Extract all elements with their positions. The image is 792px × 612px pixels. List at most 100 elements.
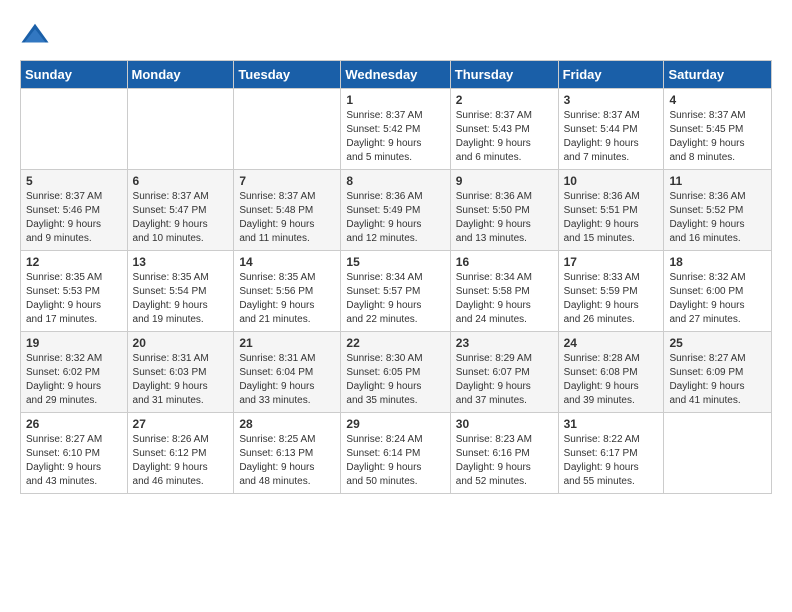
day-number: 25	[669, 336, 766, 350]
day-number: 21	[239, 336, 335, 350]
day-number: 16	[456, 255, 553, 269]
day-number: 29	[346, 417, 444, 431]
calendar-week-5: 26 Sunrise: 8:27 AM Sunset: 6:10 PM Dayli…	[21, 413, 772, 494]
calendar-cell: 21 Sunrise: 8:31 AM Sunset: 6:04 PM Dayli…	[234, 332, 341, 413]
day-info: Sunrise: 8:37 AM Sunset: 5:45 PM Dayligh…	[669, 109, 766, 165]
day-header-tuesday: Tuesday	[234, 61, 341, 89]
calendar-cell: 26 Sunrise: 8:27 AM Sunset: 6:10 PM Dayli…	[21, 413, 128, 494]
day-info: Sunrise: 8:27 AM Sunset: 6:09 PM Dayligh…	[669, 352, 766, 408]
calendar-cell: 5 Sunrise: 8:37 AM Sunset: 5:46 PM Daylig…	[21, 170, 128, 251]
day-number: 13	[133, 255, 229, 269]
day-number: 5	[26, 174, 122, 188]
calendar-week-1: 1Sunrise: 8:37 AM Sunset: 5:42 PM Daylig…	[21, 89, 772, 170]
day-info: Sunrise: 8:22 AM Sunset: 6:17 PM Dayligh…	[564, 433, 659, 489]
calendar-table: SundayMondayTuesdayWednesdayThursdayFrid…	[20, 60, 772, 494]
day-info: Sunrise: 8:23 AM Sunset: 6:16 PM Dayligh…	[456, 433, 553, 489]
calendar-cell: 12 Sunrise: 8:35 AM Sunset: 5:53 PM Dayli…	[21, 251, 128, 332]
day-info: Sunrise: 8:31 AM Sunset: 6:04 PM Dayligh…	[239, 352, 335, 408]
calendar-cell: 20Sunrise: 8:31 AM Sunset: 6:03 PM Dayli…	[127, 332, 234, 413]
day-info: Sunrise: 8:28 AM Sunset: 6:08 PM Dayligh…	[564, 352, 659, 408]
day-number: 24	[564, 336, 659, 350]
calendar-week-4: 19Sunrise: 8:32 AM Sunset: 6:02 PM Dayli…	[21, 332, 772, 413]
calendar-cell	[234, 89, 341, 170]
day-info: Sunrise: 8:35 AM Sunset: 5:54 PM Dayligh…	[133, 271, 229, 327]
logo-icon	[20, 20, 50, 50]
day-number: 18	[669, 255, 766, 269]
day-number: 1	[346, 93, 444, 107]
calendar-cell	[127, 89, 234, 170]
day-number: 27	[133, 417, 229, 431]
day-number: 17	[564, 255, 659, 269]
calendar-cell: 23Sunrise: 8:29 AM Sunset: 6:07 PM Dayli…	[450, 332, 558, 413]
calendar-cell: 6Sunrise: 8:37 AM Sunset: 5:47 PM Daylig…	[127, 170, 234, 251]
day-number: 2	[456, 93, 553, 107]
day-number: 28	[239, 417, 335, 431]
calendar-cell: 7 Sunrise: 8:37 AM Sunset: 5:48 PM Daylig…	[234, 170, 341, 251]
day-info: Sunrise: 8:24 AM Sunset: 6:14 PM Dayligh…	[346, 433, 444, 489]
calendar-cell: 11 Sunrise: 8:36 AM Sunset: 5:52 PM Dayli…	[664, 170, 772, 251]
day-number: 11	[669, 174, 766, 188]
day-number: 12	[26, 255, 122, 269]
calendar-cell: 25 Sunrise: 8:27 AM Sunset: 6:09 PM Dayli…	[664, 332, 772, 413]
calendar-week-3: 12 Sunrise: 8:35 AM Sunset: 5:53 PM Dayli…	[21, 251, 772, 332]
calendar-cell: 4 Sunrise: 8:37 AM Sunset: 5:45 PM Daylig…	[664, 89, 772, 170]
day-info: Sunrise: 8:36 AM Sunset: 5:50 PM Dayligh…	[456, 190, 553, 246]
day-number: 23	[456, 336, 553, 350]
day-number: 30	[456, 417, 553, 431]
day-info: Sunrise: 8:34 AM Sunset: 5:58 PM Dayligh…	[456, 271, 553, 327]
day-number: 14	[239, 255, 335, 269]
calendar-cell: 28 Sunrise: 8:25 AM Sunset: 6:13 PM Dayli…	[234, 413, 341, 494]
day-number: 8	[346, 174, 444, 188]
day-info: Sunrise: 8:35 AM Sunset: 5:53 PM Dayligh…	[26, 271, 122, 327]
day-number: 20	[133, 336, 229, 350]
calendar-cell: 19Sunrise: 8:32 AM Sunset: 6:02 PM Dayli…	[21, 332, 128, 413]
day-header-wednesday: Wednesday	[341, 61, 450, 89]
calendar-cell: 17 Sunrise: 8:33 AM Sunset: 5:59 PM Dayli…	[558, 251, 664, 332]
day-header-sunday: Sunday	[21, 61, 128, 89]
calendar-cell: 30 Sunrise: 8:23 AM Sunset: 6:16 PM Dayli…	[450, 413, 558, 494]
calendar-cell	[21, 89, 128, 170]
calendar-cell: 3 Sunrise: 8:37 AM Sunset: 5:44 PM Daylig…	[558, 89, 664, 170]
day-info: Sunrise: 8:26 AM Sunset: 6:12 PM Dayligh…	[133, 433, 229, 489]
calendar-cell: 1Sunrise: 8:37 AM Sunset: 5:42 PM Daylig…	[341, 89, 450, 170]
calendar-cell	[664, 413, 772, 494]
calendar-cell: 9Sunrise: 8:36 AM Sunset: 5:50 PM Daylig…	[450, 170, 558, 251]
day-info: Sunrise: 8:37 AM Sunset: 5:48 PM Dayligh…	[239, 190, 335, 246]
calendar-cell: 27 Sunrise: 8:26 AM Sunset: 6:12 PM Dayli…	[127, 413, 234, 494]
calendar-cell: 13 Sunrise: 8:35 AM Sunset: 5:54 PM Dayli…	[127, 251, 234, 332]
day-info: Sunrise: 8:37 AM Sunset: 5:44 PM Dayligh…	[564, 109, 659, 165]
day-info: Sunrise: 8:33 AM Sunset: 5:59 PM Dayligh…	[564, 271, 659, 327]
day-info: Sunrise: 8:32 AM Sunset: 6:00 PM Dayligh…	[669, 271, 766, 327]
day-info: Sunrise: 8:36 AM Sunset: 5:49 PM Dayligh…	[346, 190, 444, 246]
calendar-cell: 14 Sunrise: 8:35 AM Sunset: 5:56 PM Dayli…	[234, 251, 341, 332]
calendar-cell: 22 Sunrise: 8:30 AM Sunset: 6:05 PM Dayli…	[341, 332, 450, 413]
day-number: 6	[133, 174, 229, 188]
calendar-cell: 18 Sunrise: 8:32 AM Sunset: 6:00 PM Dayli…	[664, 251, 772, 332]
calendar-cell: 29 Sunrise: 8:24 AM Sunset: 6:14 PM Dayli…	[341, 413, 450, 494]
day-info: Sunrise: 8:37 AM Sunset: 5:46 PM Dayligh…	[26, 190, 122, 246]
calendar-week-2: 5 Sunrise: 8:37 AM Sunset: 5:46 PM Daylig…	[21, 170, 772, 251]
day-number: 7	[239, 174, 335, 188]
day-info: Sunrise: 8:27 AM Sunset: 6:10 PM Dayligh…	[26, 433, 122, 489]
calendar-cell: 16 Sunrise: 8:34 AM Sunset: 5:58 PM Dayli…	[450, 251, 558, 332]
calendar-cell: 31 Sunrise: 8:22 AM Sunset: 6:17 PM Dayli…	[558, 413, 664, 494]
day-info: Sunrise: 8:25 AM Sunset: 6:13 PM Dayligh…	[239, 433, 335, 489]
day-header-saturday: Saturday	[664, 61, 772, 89]
day-header-monday: Monday	[127, 61, 234, 89]
day-number: 22	[346, 336, 444, 350]
day-number: 3	[564, 93, 659, 107]
day-info: Sunrise: 8:32 AM Sunset: 6:02 PM Dayligh…	[26, 352, 122, 408]
calendar-cell: 24 Sunrise: 8:28 AM Sunset: 6:08 PM Dayli…	[558, 332, 664, 413]
day-info: Sunrise: 8:37 AM Sunset: 5:43 PM Dayligh…	[456, 109, 553, 165]
day-number: 26	[26, 417, 122, 431]
day-info: Sunrise: 8:34 AM Sunset: 5:57 PM Dayligh…	[346, 271, 444, 327]
day-number: 31	[564, 417, 659, 431]
day-info: Sunrise: 8:36 AM Sunset: 5:51 PM Dayligh…	[564, 190, 659, 246]
calendar-cell: 15Sunrise: 8:34 AM Sunset: 5:57 PM Dayli…	[341, 251, 450, 332]
day-info: Sunrise: 8:30 AM Sunset: 6:05 PM Dayligh…	[346, 352, 444, 408]
day-info: Sunrise: 8:35 AM Sunset: 5:56 PM Dayligh…	[239, 271, 335, 327]
day-number: 10	[564, 174, 659, 188]
day-number: 4	[669, 93, 766, 107]
calendar-cell: 8 Sunrise: 8:36 AM Sunset: 5:49 PM Daylig…	[341, 170, 450, 251]
day-info: Sunrise: 8:36 AM Sunset: 5:52 PM Dayligh…	[669, 190, 766, 246]
